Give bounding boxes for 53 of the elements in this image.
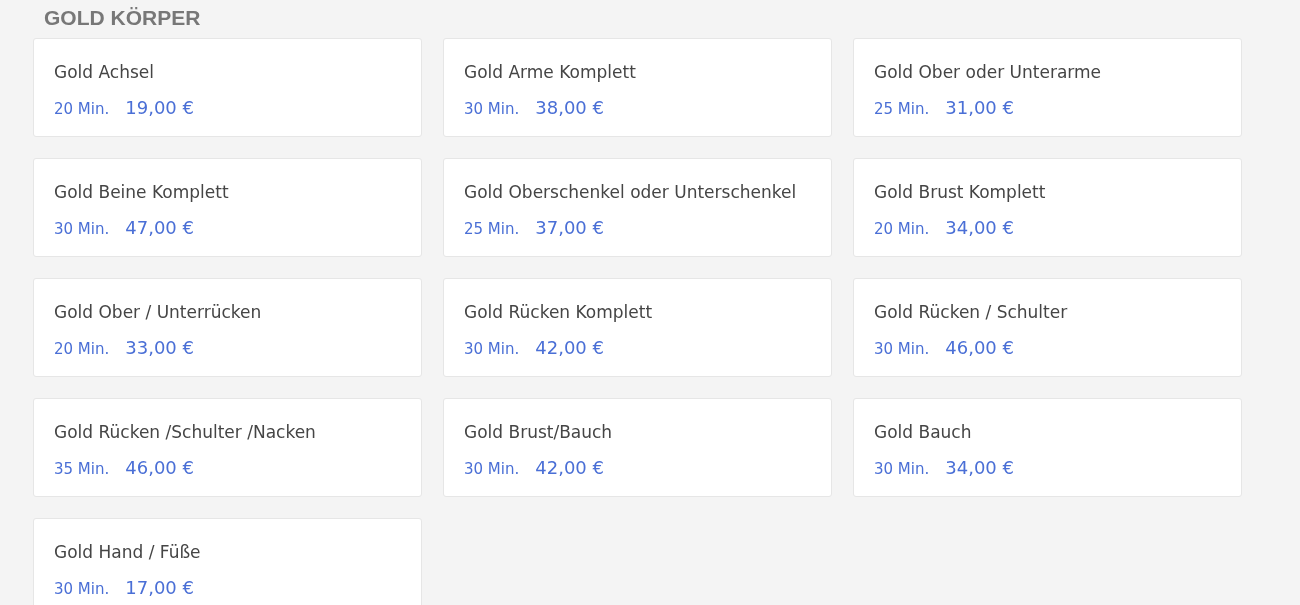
service-card[interactable]: Gold Brust/Bauch 30 Min. 42,00 € [443, 398, 832, 497]
service-price: 19,00 € [125, 97, 194, 118]
service-name: Gold Ober / Unterrücken [54, 301, 263, 324]
service-name: Gold Arme Komplett [464, 61, 637, 84]
service-duration: 25 Min. [464, 220, 520, 238]
service-name: Gold Hand / Füße [54, 541, 202, 564]
service-price: 46,00 € [125, 457, 194, 478]
service-card[interactable]: Gold Rücken / Schulter 30 Min. 46,00 € [853, 278, 1242, 377]
service-card[interactable]: Gold Beine Komplett 30 Min. 47,00 € [33, 158, 422, 257]
service-duration: 20 Min. [54, 100, 110, 118]
service-card[interactable]: Gold Hand / Füße 30 Min. 17,00 € [33, 518, 422, 605]
service-duration: 30 Min. [464, 340, 520, 358]
service-card[interactable]: Gold Ober / Unterrücken 20 Min. 33,00 € [33, 278, 422, 377]
service-duration: 30 Min. [54, 220, 110, 238]
section-title: GOLD KÖRPER [44, 6, 201, 30]
service-card[interactable]: Gold Oberschenkel oder Unterschenkel 25 Min. 37,00 € [443, 158, 832, 257]
service-name: Gold Brust/Bauch [464, 421, 614, 444]
service-card[interactable]: Gold Ober oder Unterarme 25 Min. 31,00 € [853, 38, 1242, 137]
service-price: 42,00 € [535, 337, 604, 358]
service-name: Gold Bauch [874, 421, 973, 444]
service-duration: 35 Min. [54, 460, 110, 478]
service-name: Gold Beine Komplett [54, 181, 230, 204]
service-name: Gold Rücken Komplett [464, 301, 654, 324]
service-duration: 30 Min. [874, 460, 930, 478]
service-name: Gold Rücken / Schulter [874, 301, 1069, 324]
service-name: Gold Brust Komplett [874, 181, 1047, 204]
service-name: Gold Ober oder Unterarme [874, 61, 1103, 84]
service-duration: 25 Min. [874, 100, 930, 118]
service-duration: 20 Min. [54, 340, 110, 358]
service-duration: 20 Min. [874, 220, 930, 238]
service-price: 46,00 € [945, 337, 1014, 358]
service-price: 37,00 € [535, 217, 604, 238]
service-price: 47,00 € [125, 217, 194, 238]
service-duration: 30 Min. [464, 460, 520, 478]
service-duration: 30 Min. [464, 100, 520, 118]
service-price: 38,00 € [535, 97, 604, 118]
service-price: 34,00 € [945, 217, 1014, 238]
service-card[interactable]: Gold Bauch 30 Min. 34,00 € [853, 398, 1242, 497]
service-price: 31,00 € [945, 97, 1014, 118]
service-card[interactable]: Gold Rücken /Schulter /Nacken 35 Min. 46,00 € [33, 398, 422, 497]
service-price: 17,00 € [125, 577, 194, 598]
service-card[interactable]: Gold Arme Komplett 30 Min. 38,00 € [443, 38, 832, 137]
service-name: Gold Oberschenkel oder Unterschenkel [464, 181, 798, 204]
service-duration: 30 Min. [874, 340, 930, 358]
service-card[interactable]: Gold Achsel 20 Min. 19,00 € [33, 38, 422, 137]
service-duration: 30 Min. [54, 580, 110, 598]
service-price: 42,00 € [535, 457, 604, 478]
service-card[interactable]: Gold Brust Komplett 20 Min. 34,00 € [853, 158, 1242, 257]
service-price: 34,00 € [945, 457, 1014, 478]
service-card[interactable]: Gold Rücken Komplett 30 Min. 42,00 € [443, 278, 832, 377]
service-price: 33,00 € [125, 337, 194, 358]
service-name: Gold Achsel [54, 61, 155, 84]
service-name: Gold Rücken /Schulter /Nacken [54, 421, 317, 444]
